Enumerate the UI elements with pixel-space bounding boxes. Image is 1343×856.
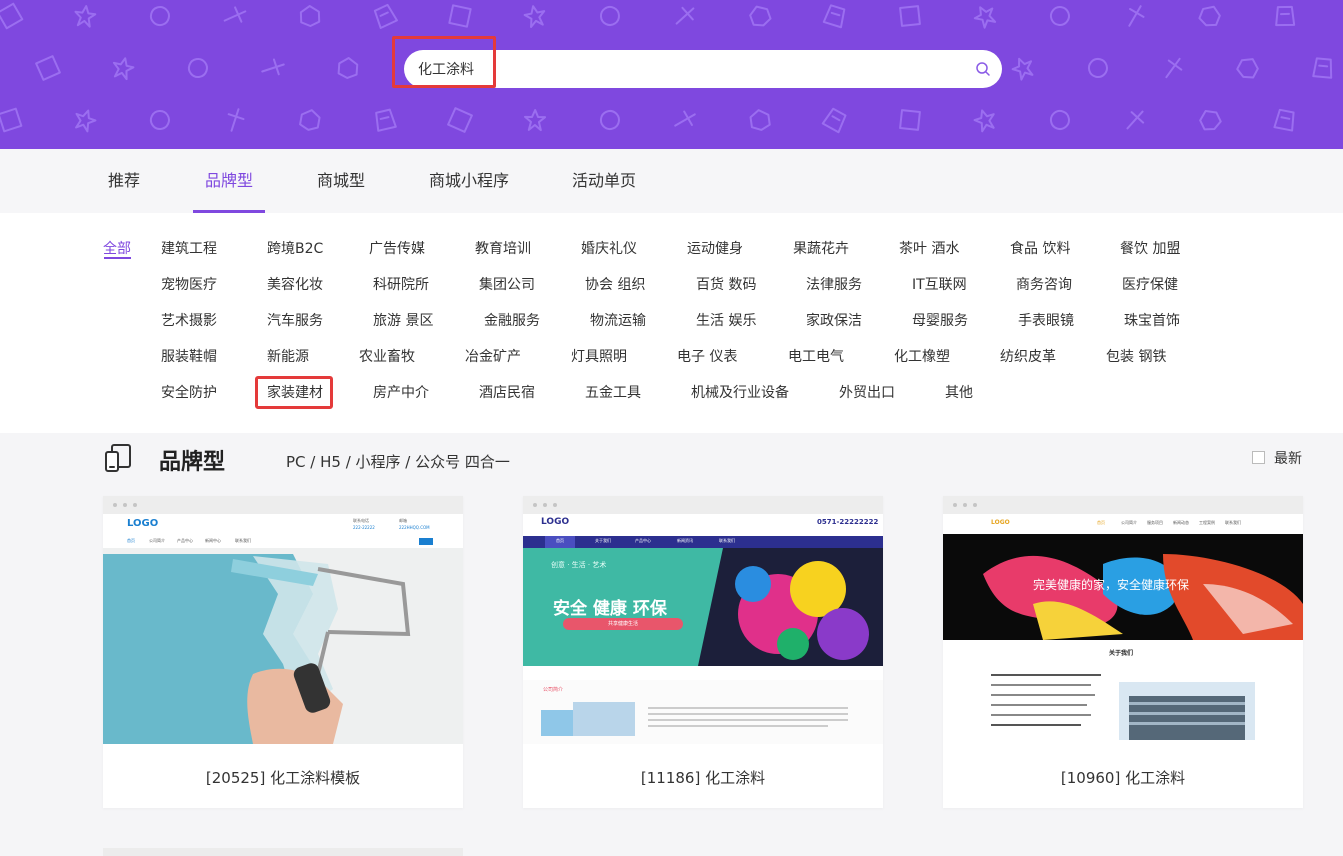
category-item[interactable]: 艺术摄影 (161, 311, 217, 331)
category-item[interactable]: 农业畜牧 (359, 347, 415, 367)
category-item[interactable]: 茶叶 酒水 (899, 239, 959, 259)
multi-device-icon (105, 444, 131, 472)
category-item[interactable]: 电工电气 (788, 347, 844, 367)
category-item[interactable]: 汽车服务 (267, 311, 323, 331)
template-card[interactable]: LOGO 首页 公司简介 服务项目 新闻动态 工程案例 联系我们 完美健康的家，… (943, 496, 1303, 808)
search-icon[interactable] (974, 60, 992, 78)
template-card[interactable]: LOGO 0571-22222222 首页 关于我们 产品中心 新闻资讯 联系我… (523, 496, 883, 808)
preview-nav: 首页 关于我们 产品中心 新闻资讯 联系我们 (556, 538, 735, 543)
category-item[interactable]: 化工橡塑 (894, 347, 950, 367)
search-input[interactable] (418, 50, 958, 88)
category-item[interactable]: 酒店民宿 (479, 383, 535, 403)
category-item[interactable]: 母婴服务 (912, 311, 968, 331)
category-all-underline (104, 257, 131, 259)
category-item[interactable]: 珠宝首饰 (1124, 311, 1180, 331)
category-item[interactable]: 宠物医疗 (161, 275, 217, 295)
preview-contact-email-label: 邮箱 (399, 518, 407, 523)
category-item[interactable]: 房产中介 (373, 383, 429, 403)
category-item[interactable]: 新能源 (267, 347, 309, 367)
category-item[interactable]: 家政保洁 (806, 311, 862, 331)
category-item[interactable]: 跨境B2C (267, 239, 323, 259)
template-preview: LOGO 联系电话 222-22222 邮箱 222HHQQ.COM 首页 公司… (103, 514, 463, 744)
template-caption: [20525] 化工涂料模板 (205, 769, 361, 787)
category-item[interactable]: 纺织皮革 (1000, 347, 1056, 367)
category-item[interactable]: 安全防护 (161, 383, 217, 403)
category-item[interactable]: 教育培训 (475, 239, 531, 259)
preview-nav: 首页 公司简介 服务项目 新闻动态 工程案例 联系我们 (1097, 520, 1241, 525)
category-item[interactable]: 冶金矿产 (465, 347, 521, 367)
template-caption: [11186] 化工涂料 (640, 769, 766, 787)
preview-color-splash (943, 514, 1303, 744)
preview-paint-roller (103, 514, 463, 744)
category-item[interactable]: 其他 (945, 383, 973, 403)
category-item[interactable]: 餐饮 加盟 (1120, 239, 1180, 259)
preview-about: 公司简介 (543, 687, 564, 693)
latest-label[interactable]: 最新 (1274, 448, 1302, 468)
template-preview: LOGO 首页 公司简介 服务项目 新闻动态 工程案例 联系我们 完美健康的家，… (943, 514, 1303, 744)
preview-contact-phone: 222-22222 (353, 525, 375, 530)
preview-slogan: 完美健康的家，安全健康环保 (1033, 578, 1190, 592)
tab-brand[interactable]: 品牌型 (205, 149, 253, 213)
category-item-home-building-materials[interactable]: 家装建材 (267, 383, 323, 403)
preview-logo: LOGO (127, 518, 159, 529)
tab-event-page[interactable]: 活动单页 (572, 149, 636, 213)
search-box[interactable] (404, 50, 1002, 88)
category-item[interactable]: 电子 仪表 (677, 347, 737, 367)
category-item[interactable]: 手表眼镜 (1018, 311, 1074, 331)
category-item[interactable]: 商务咨询 (1016, 275, 1072, 295)
latest-checkbox[interactable] (1252, 451, 1265, 464)
section-subtitle: PC / H5 / 小程序 / 公众号 四合一 (286, 453, 510, 471)
category-item[interactable]: 食品 饮料 (1010, 239, 1070, 259)
category-item[interactable]: 旅游 景区 (373, 311, 433, 331)
category-all[interactable]: 全部 (103, 239, 131, 259)
category-item[interactable]: 包装 钢铁 (1106, 347, 1166, 367)
template-card[interactable]: LOGO 联系电话 222-22222 邮箱 222HHQQ.COM 首页 公司… (103, 496, 463, 808)
preview-search-button (419, 538, 433, 545)
browser-chrome (943, 496, 1303, 514)
tab-recommend[interactable]: 推荐 (108, 149, 140, 213)
browser-chrome (523, 496, 883, 514)
preview-tagline: 创意 · 生活 · 艺术 (551, 561, 607, 569)
template-card-next[interactable] (103, 848, 463, 856)
section-title: 品牌型 (159, 450, 226, 475)
category-item[interactable]: 百货 数码 (696, 275, 756, 295)
category-item[interactable]: 协会 组织 (585, 275, 645, 295)
template-type-tabs: 推荐 品牌型 商城型 商城小程序 活动单页 (0, 149, 1343, 213)
tab-mall-miniprogram[interactable]: 商城小程序 (429, 149, 509, 213)
category-item[interactable]: 集团公司 (479, 275, 535, 295)
category-item[interactable]: 机械及行业设备 (691, 383, 789, 403)
category-item[interactable]: 建筑工程 (161, 239, 217, 259)
browser-chrome (103, 496, 463, 514)
preview-nav: 首页 公司简介 产品中心 新闻中心 联系我们 (127, 538, 251, 543)
category-item[interactable]: 美容化妆 (267, 275, 323, 295)
category-item[interactable]: 金融服务 (484, 311, 540, 331)
template-caption: [10960] 化工涂料 (1060, 769, 1186, 787)
category-item[interactable]: 服装鞋帽 (161, 347, 217, 367)
category-item[interactable]: 运动健身 (687, 239, 743, 259)
category-item[interactable]: 外贸出口 (839, 383, 895, 403)
category-item[interactable]: 灯具照明 (571, 347, 627, 367)
preview-logo: LOGO (541, 517, 570, 527)
preview-contact-email: 222HHQQ.COM (399, 525, 430, 530)
category-item[interactable]: 医疗保健 (1122, 275, 1178, 295)
category-item[interactable]: 果蔬花卉 (793, 239, 849, 259)
preview-about-title: 关于我们 (1109, 650, 1134, 657)
preview-subline: 共享健康生活 (607, 621, 638, 627)
category-item[interactable]: 婚庆礼仪 (581, 239, 637, 259)
template-preview: LOGO 0571-22222222 首页 关于我们 产品中心 新闻资讯 联系我… (523, 514, 883, 744)
category-item[interactable]: 科研院所 (373, 275, 429, 295)
category-item[interactable]: 生活 娱乐 (696, 311, 756, 331)
tab-mall[interactable]: 商城型 (317, 149, 365, 213)
category-item[interactable]: 广告传媒 (369, 239, 425, 259)
preview-phone: 0571-22222222 (817, 518, 879, 526)
preview-contact-phone-label: 联系电话 (353, 518, 369, 523)
category-item[interactable]: 五金工具 (585, 383, 641, 403)
category-item[interactable]: 法律服务 (806, 275, 862, 295)
category-item[interactable]: IT互联网 (912, 275, 967, 295)
category-item[interactable]: 物流运输 (590, 311, 646, 331)
preview-headline: 安全 健康 环保 (553, 599, 667, 619)
